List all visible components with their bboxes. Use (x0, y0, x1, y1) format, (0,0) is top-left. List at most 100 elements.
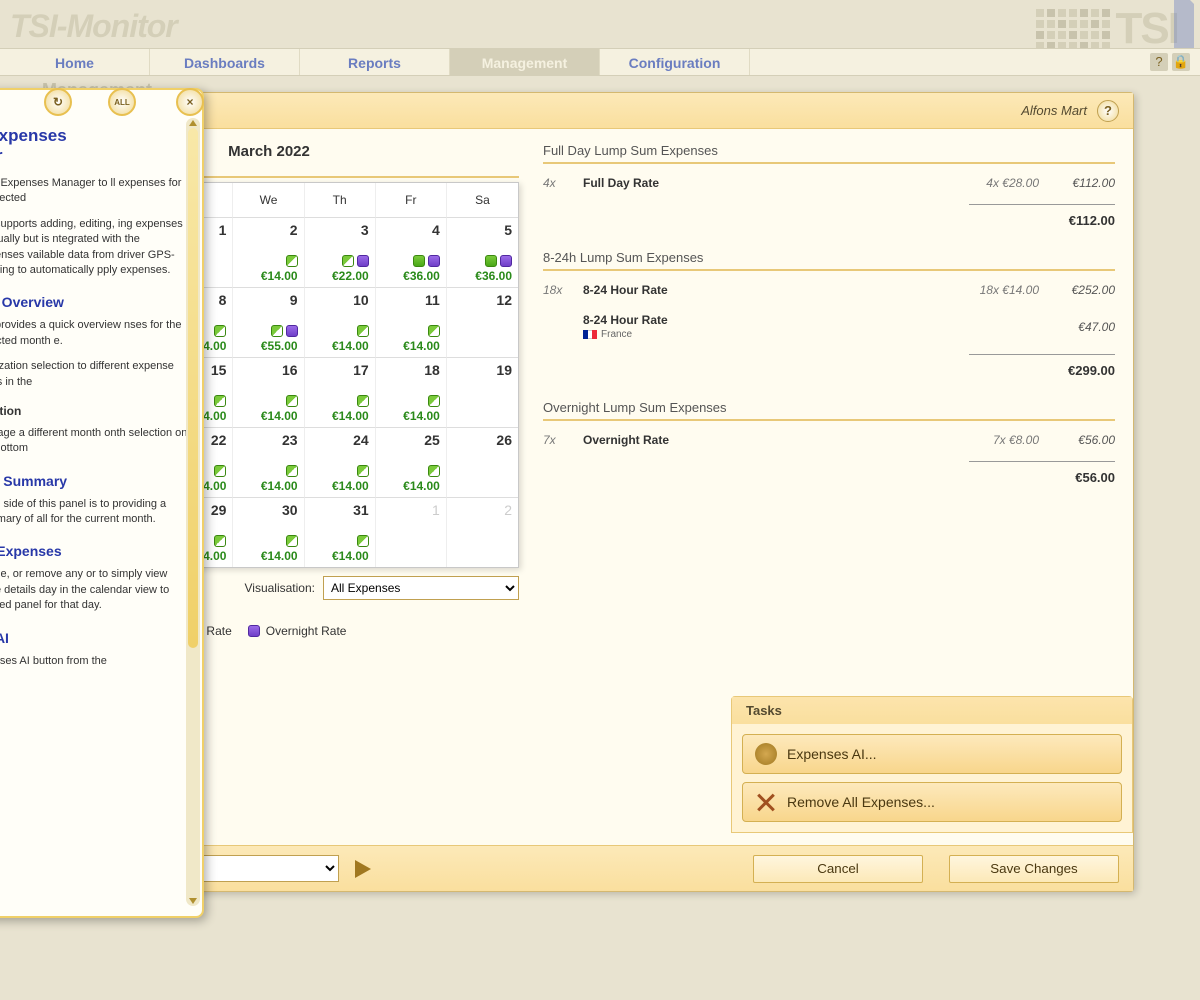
modal-help-icon[interactable]: ? (1097, 100, 1119, 122)
summary-section-title: 8-24h Lump Sum Expenses (543, 250, 1115, 271)
nav-home[interactable]: Home (0, 49, 150, 75)
section-grand-total: €299.00 (543, 363, 1115, 396)
nav-reports[interactable]: Reports (300, 49, 450, 75)
help-scrollbar[interactable] (186, 118, 200, 906)
expenses-ai-button[interactable]: Expenses AI... (742, 734, 1122, 774)
help-content: r Expensesger river Expenses Manager to … (0, 126, 188, 669)
expense-badge-half (286, 395, 298, 407)
cancel-button[interactable]: Cancel (753, 855, 923, 883)
expense-badge-half (357, 325, 369, 337)
expense-badge-half (214, 465, 226, 477)
expense-label: Overnight Rate (583, 433, 949, 447)
legend-overnight-label: Overnight Rate (266, 624, 347, 638)
logo-right: TSI (1036, 4, 1194, 54)
calendar-day[interactable]: 3€22.00 (305, 217, 376, 287)
day-number: 23 (239, 432, 297, 448)
nav-management[interactable]: Management (450, 49, 600, 75)
summary-section-title: Overnight Lump Sum Expenses (543, 400, 1115, 421)
expense-total: €56.00 (1039, 433, 1115, 447)
calendar-day[interactable]: 16€14.00 (233, 357, 304, 427)
calendar-day[interactable]: 2 €14.00 (233, 217, 304, 287)
day-amount: €14.00 (332, 409, 369, 423)
expense-badge-half (357, 395, 369, 407)
nav-icons: ? 🔒 (1140, 49, 1200, 75)
day-amount: €14.00 (261, 549, 298, 563)
day-number: 9 (239, 292, 297, 308)
cal-weekday: Th (305, 183, 376, 217)
calendar-day[interactable]: 11€14.00 (376, 287, 447, 357)
expense-row: 18x8-24 Hour Rate18x €14.00€252.00 (543, 281, 1115, 307)
day-number: 17 (311, 362, 369, 378)
expense-badge-half (428, 395, 440, 407)
expense-badge-half (214, 535, 226, 547)
day-number: 30 (239, 502, 297, 518)
expense-total: €112.00 (1039, 176, 1115, 190)
day-number: 1 (382, 502, 440, 518)
summary-section-title: Full Day Lump Sum Expenses (543, 143, 1115, 164)
expense-calc: 18x €14.00 (949, 283, 1039, 297)
section-grand-total: €56.00 (543, 470, 1115, 503)
remove-all-label: Remove All Expenses... (787, 794, 935, 810)
expense-badge-half (428, 465, 440, 477)
expense-row: 8-24 Hour RateFrance €47.00 (543, 311, 1115, 350)
tasks-panel: Tasks Expenses AI... Remove All Expenses… (731, 696, 1133, 833)
calendar-day[interactable]: 24€14.00 (305, 427, 376, 497)
lock-icon[interactable]: 🔒 (1172, 53, 1190, 71)
calendar-day[interactable]: 26 (447, 427, 518, 497)
day-amount: €14.00 (403, 409, 440, 423)
expense-badge-half (214, 395, 226, 407)
calendar-day[interactable]: 17 €14.00 (305, 357, 376, 427)
day-amount: €55.00 (261, 339, 298, 353)
day-amount: €36.00 (403, 269, 440, 283)
day-amount: €14.00 (332, 549, 369, 563)
scroll-down-icon[interactable] (189, 898, 197, 904)
expense-calc: 4x €28.00 (949, 176, 1039, 190)
day-number: 19 (453, 362, 512, 378)
day-number: 25 (382, 432, 440, 448)
day-amount: €14.00 (332, 479, 369, 493)
calendar-day[interactable]: 25 €14.00 (376, 427, 447, 497)
expense-badge-half (286, 535, 298, 547)
play-button[interactable] (355, 860, 371, 878)
day-amount: €22.00 (332, 269, 369, 283)
nav-dashboards[interactable]: Dashboards (150, 49, 300, 75)
day-amount: €14.00 (403, 479, 440, 493)
scroll-up-icon[interactable] (189, 120, 197, 126)
calendar-day[interactable]: 23 €14.00 (233, 427, 304, 497)
calendar-day[interactable]: 4€36.00 (376, 217, 447, 287)
calendar-day[interactable]: 31 €14.00 (305, 497, 376, 567)
legend-overnight-icon (248, 625, 260, 637)
expenses-ai-label: Expenses AI... (787, 746, 877, 762)
flag-fr-icon (583, 330, 597, 339)
expense-badge-purple (428, 255, 440, 267)
expense-badge-purple (500, 255, 512, 267)
day-number: 31 (311, 502, 369, 518)
day-amount: €14.00 (261, 479, 298, 493)
help-icon[interactable]: ? (1150, 53, 1168, 71)
day-number: 26 (453, 432, 512, 448)
day-number: 11 (382, 292, 440, 308)
expense-row: 4xFull Day Rate4x €28.00€112.00 (543, 174, 1115, 200)
calendar-day[interactable]: 12 (447, 287, 518, 357)
expense-badge-green (485, 255, 497, 267)
day-amount: €14.00 (261, 269, 298, 283)
day-amount: €14.00 (261, 409, 298, 423)
day-number: 2 (239, 222, 297, 238)
calendar-day[interactable]: 18€14.00 (376, 357, 447, 427)
visualisation-select[interactable]: All Expenses (323, 576, 519, 600)
calendar-day[interactable]: 5€36.00 (447, 217, 518, 287)
remove-all-button[interactable]: Remove All Expenses... (742, 782, 1122, 822)
calendar-day[interactable]: 30 €14.00 (233, 497, 304, 567)
expense-count: 7x (543, 433, 583, 447)
nav-configuration[interactable]: Configuration (600, 49, 750, 75)
expense-total: €47.00 (1039, 320, 1115, 334)
expense-label: Full Day Rate (583, 176, 949, 190)
scroll-thumb[interactable] (188, 128, 198, 648)
modal-user: Alfons Mart (1021, 103, 1087, 118)
calendar-day[interactable]: 19 (447, 357, 518, 427)
save-button[interactable]: Save Changes (949, 855, 1119, 883)
day-number: 2 (453, 502, 512, 518)
calendar-day[interactable]: 10€14.00 (305, 287, 376, 357)
calendar-day[interactable]: 9 €55.00 (233, 287, 304, 357)
expense-label: 8-24 Hour RateFrance (583, 313, 949, 340)
